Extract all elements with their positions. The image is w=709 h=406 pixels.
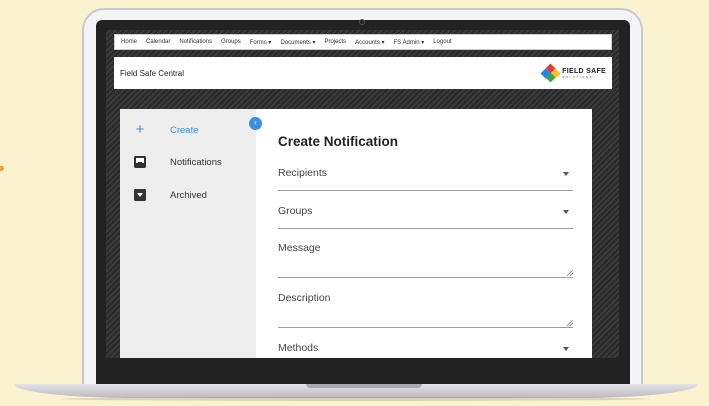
recipients-label: Recipients [278,167,328,179]
nav-projects[interactable]: Projects [324,39,346,45]
brand-logo: FIELD SAFE SOLUTIONS [540,63,606,83]
decorative-dot [0,166,4,171]
brand-name: FIELD SAFE [562,67,606,75]
methods-label: Methods [278,342,319,354]
groups-label: Groups [278,205,313,217]
page-title: Create Notification [278,134,399,149]
nav-forms-dropdown[interactable]: Forms ▾ [250,39,272,46]
camera-icon [359,19,365,25]
nav-groups[interactable]: Groups [221,39,241,45]
methods-select[interactable]: Methods [278,336,573,358]
collapse-sidebar-button[interactable]: ‹ [249,117,262,130]
sidebar-item-label: Archived [170,189,207,201]
resize-handle-icon[interactable] [567,270,573,276]
recipients-select[interactable]: Recipients [278,161,573,191]
nav-documents-dropdown[interactable]: Documents ▾ [280,39,315,46]
description-textarea[interactable]: Description [278,287,573,328]
nav-calendar[interactable]: Calendar [146,39,170,45]
laptop-notch [306,384,422,388]
nav-fs-admin-dropdown[interactable]: FS Admin ▾ [394,39,425,46]
chevron-left-icon: ‹ [254,118,257,127]
resize-handle-icon[interactable] [567,320,573,326]
sidebar-item-create[interactable]: + Create [120,120,256,140]
message-label: Message [278,242,321,254]
laptop-screen: Home Calendar Notifications Groups Forms… [106,30,619,358]
main-content: + Create Notifications Archived ‹ Create… [120,109,592,358]
plus-icon: + [135,121,145,138]
app-title: Field Safe Central [120,68,185,78]
logo-icon [540,63,561,83]
top-navigation: Home Calendar Notifications Groups Forms… [114,34,612,50]
nav-home[interactable]: Home [121,39,137,45]
nav-notifications[interactable]: Notifications [179,39,212,45]
nav-accounts-dropdown[interactable]: Accounts ▾ [355,39,384,46]
caret-down-icon [563,172,569,176]
message-textarea[interactable]: Message [278,237,573,278]
caret-down-icon [563,347,569,351]
laptop-shadow [60,397,650,401]
app-header: Field Safe Central FIELD SAFE SOLUTIONS [114,57,612,89]
nav-logout[interactable]: Logout [433,39,451,45]
sidebar-item-label: Notifications [170,156,222,168]
caret-down-icon [563,210,569,214]
brand-subtitle: SOLUTIONS [562,74,593,79]
description-label: Description [278,292,331,304]
sidebar-item-label: Create [170,124,199,136]
groups-select[interactable]: Groups [278,199,573,229]
sidebar: + Create Notifications Archived [120,109,256,358]
archive-icon [134,189,146,201]
inbox-icon [134,156,146,168]
sidebar-item-notifications[interactable]: Notifications [120,152,256,172]
sidebar-item-archived[interactable]: Archived [120,185,256,205]
